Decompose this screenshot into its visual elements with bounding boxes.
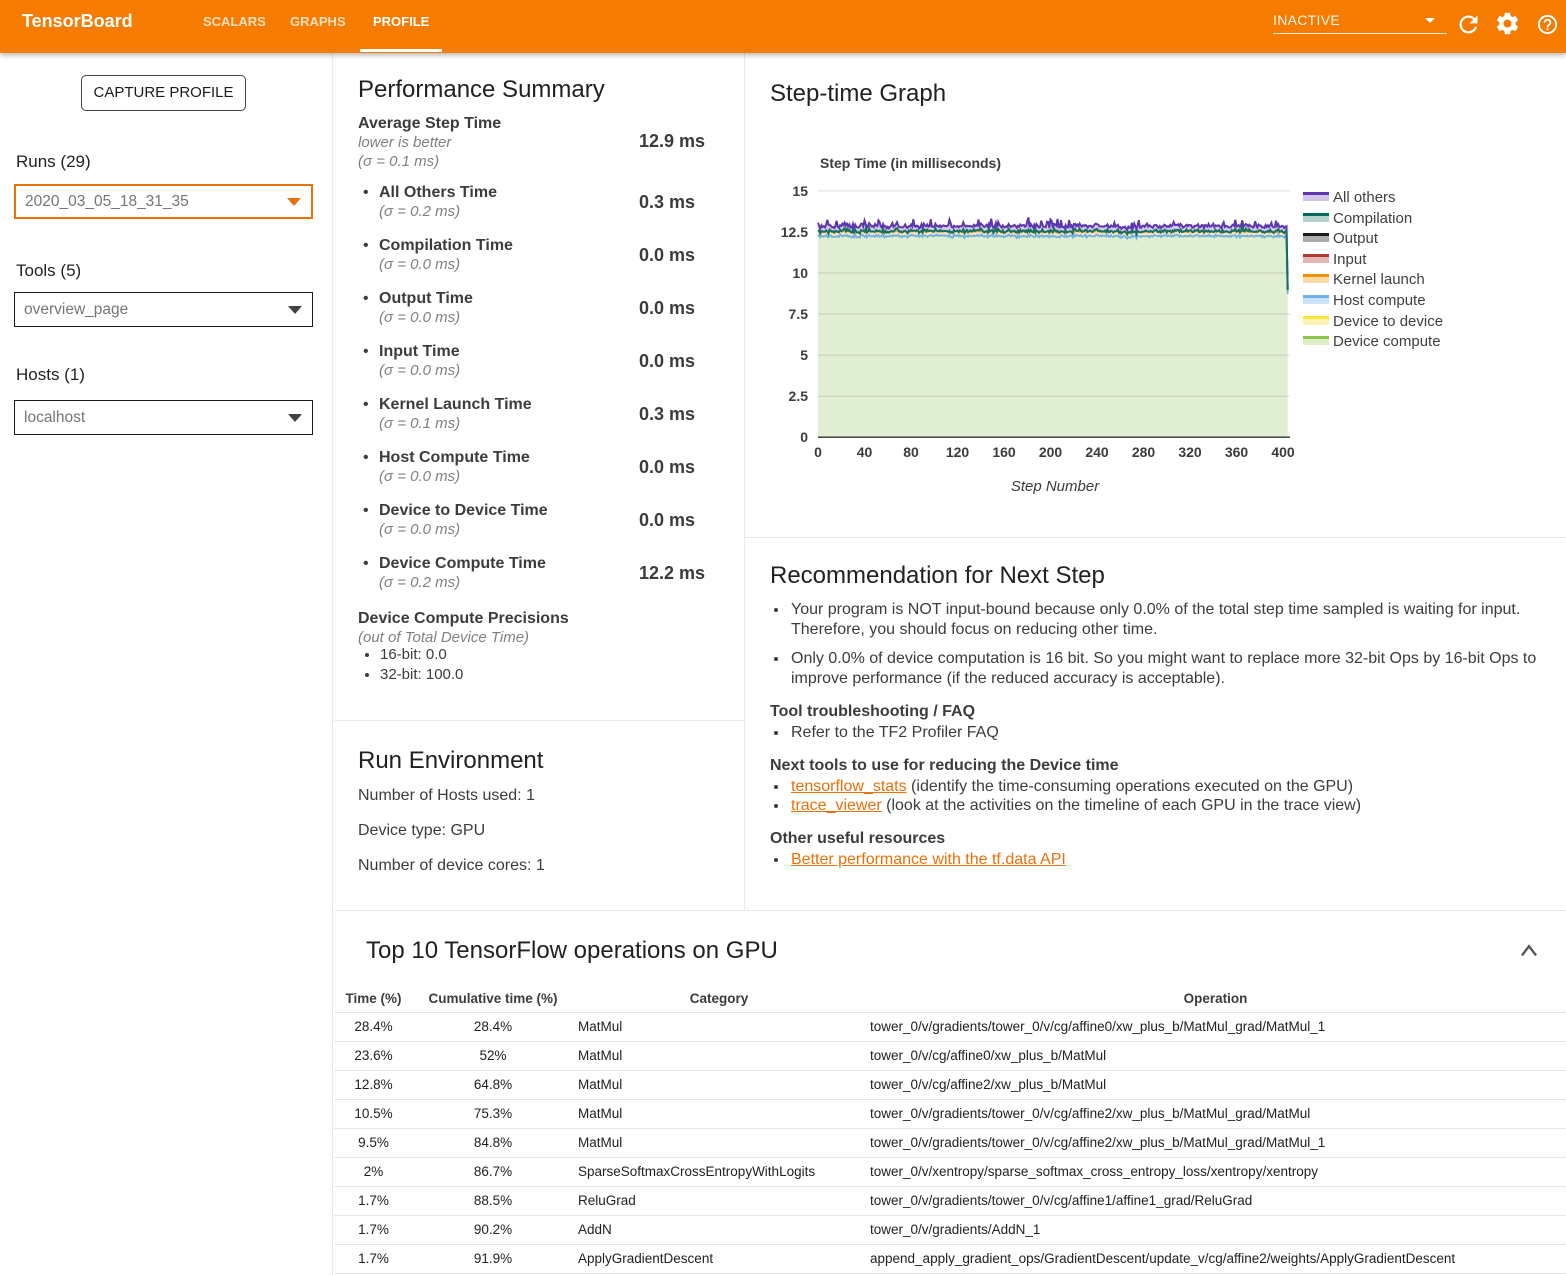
svg-text:280: 280 bbox=[1132, 444, 1156, 460]
svg-text:240: 240 bbox=[1085, 444, 1109, 460]
svg-text:40: 40 bbox=[857, 444, 873, 460]
svg-text:5: 5 bbox=[800, 347, 808, 363]
svg-text:10: 10 bbox=[792, 265, 808, 281]
svg-text:400: 400 bbox=[1271, 444, 1295, 460]
svg-text:15: 15 bbox=[792, 183, 808, 199]
svg-text:Step Number: Step Number bbox=[1011, 478, 1100, 495]
svg-text:360: 360 bbox=[1225, 444, 1249, 460]
svg-text:12.5: 12.5 bbox=[781, 224, 808, 240]
svg-text:0: 0 bbox=[800, 429, 808, 445]
svg-text:0: 0 bbox=[814, 444, 822, 460]
svg-text:120: 120 bbox=[946, 444, 970, 460]
svg-text:200: 200 bbox=[1039, 444, 1063, 460]
svg-text:Step Time (in milliseconds): Step Time (in milliseconds) bbox=[820, 155, 1001, 171]
svg-text:2.5: 2.5 bbox=[789, 388, 809, 404]
svg-text:7.5: 7.5 bbox=[789, 306, 809, 322]
svg-text:320: 320 bbox=[1178, 444, 1202, 460]
svg-text:80: 80 bbox=[903, 444, 919, 460]
svg-text:160: 160 bbox=[992, 444, 1016, 460]
